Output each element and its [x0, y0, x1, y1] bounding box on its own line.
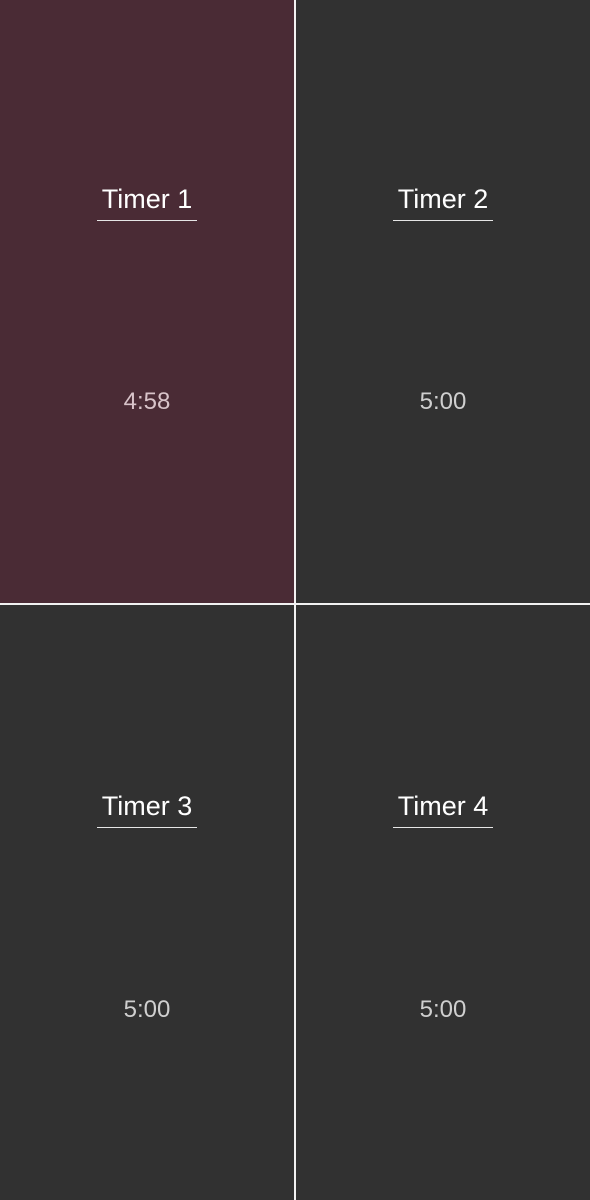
timer-name-input[interactable]: Timer 4 — [393, 791, 493, 828]
timer-tile-1[interactable]: Timer 1 4:58 — [0, 0, 294, 603]
timer-countdown: 5:00 — [419, 388, 467, 415]
timer-name-input[interactable]: Timer 1 — [97, 184, 197, 221]
timer-tile-3[interactable]: Timer 3 5:00 — [0, 605, 294, 1200]
timer-grid: Timer 1 4:58 Timer 2 5:00 Timer 3 5:00 T… — [0, 0, 590, 1200]
timer-tile-2[interactable]: Timer 2 5:00 — [296, 0, 590, 603]
timer-countdown: 5:00 — [123, 996, 171, 1023]
timer-tile-4[interactable]: Timer 4 5:00 — [296, 605, 590, 1200]
timer-countdown: 5:00 — [419, 996, 467, 1023]
timer-name-input[interactable]: Timer 2 — [393, 184, 493, 221]
timer-countdown: 4:58 — [123, 388, 171, 415]
timer-name-input[interactable]: Timer 3 — [97, 791, 197, 828]
